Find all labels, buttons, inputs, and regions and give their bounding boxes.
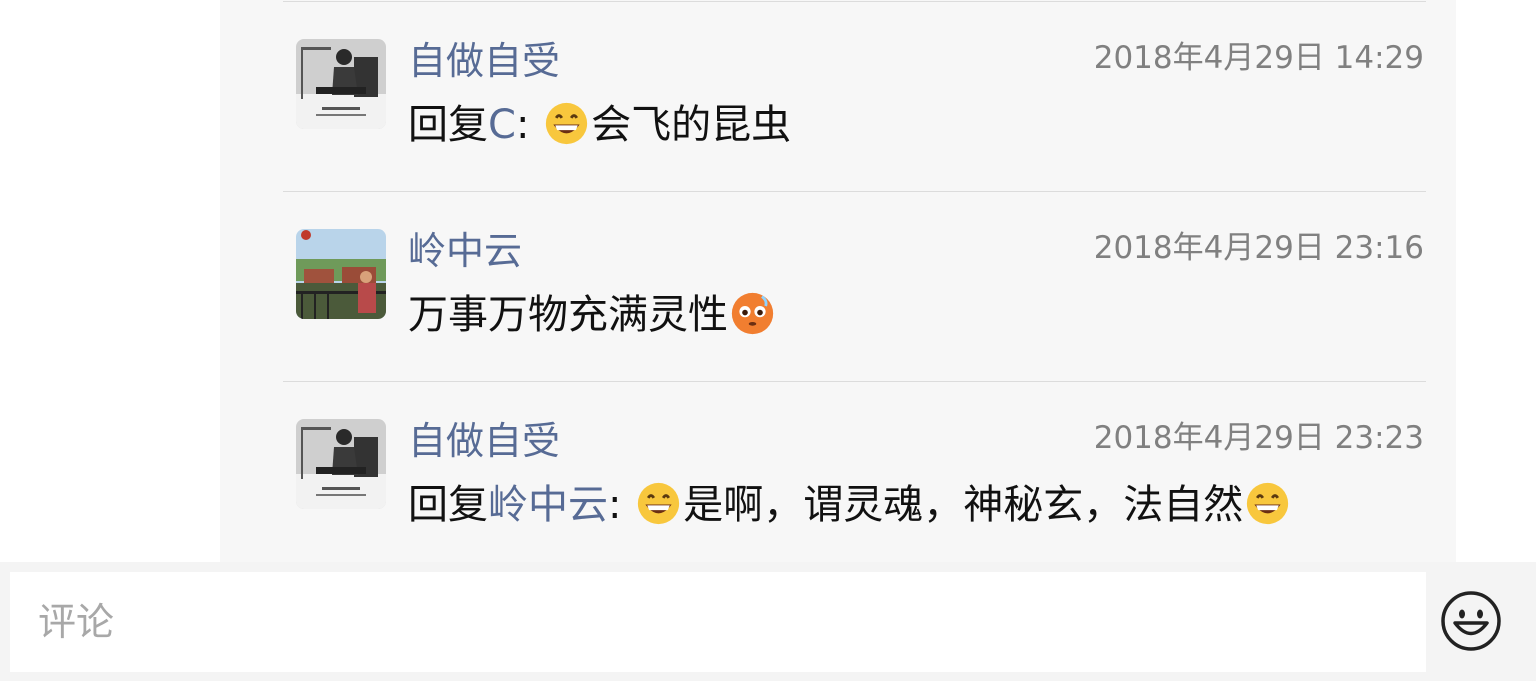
divider (283, 381, 1426, 382)
comment-input[interactable] (10, 572, 1426, 672)
grinning-face-emoji (638, 482, 680, 525)
smiley-face-icon[interactable] (1440, 590, 1502, 652)
comment-author[interactable]: 自做自受 (408, 39, 560, 83)
comment-timestamp: 2018年4月29日 23:16 (1093, 230, 1424, 266)
comment-content: 是啊，谓灵魂，神秘玄，法自然 (683, 482, 1244, 528)
reply-colon: : (515, 102, 530, 148)
divider (283, 191, 1426, 192)
grinning-face-emoji (546, 102, 588, 145)
avatar[interactable] (296, 39, 386, 129)
comment-content: 会飞的昆虫 (591, 102, 792, 148)
avatar[interactable] (296, 229, 386, 319)
comment-text: 回复岭中云: 是啊，谓灵魂，神秘玄，法自然 (408, 480, 1292, 530)
avatar[interactable] (296, 419, 386, 509)
comment-input-bar (0, 562, 1536, 681)
reply-target-link[interactable]: C (488, 102, 516, 148)
comment-content: 万事万物充满灵性 (408, 292, 728, 338)
reply-prefix: 回复 (408, 482, 488, 528)
reply-colon: : (608, 482, 622, 528)
comment-item: 自做自受 2018年4月29日 14:29 回复C: 会飞的昆虫 (296, 39, 1426, 229)
comment-timestamp: 2018年4月29日 14:29 (1093, 40, 1424, 76)
comment-text: 回复C: 会飞的昆虫 (408, 100, 791, 150)
reply-target-link[interactable]: 岭中云 (488, 482, 608, 528)
comment-timestamp: 2018年4月29日 23:23 (1093, 420, 1424, 456)
comment-text: 万事万物充满灵性 (408, 290, 777, 340)
comment-author[interactable]: 岭中云 (408, 229, 522, 273)
flushed-face-emoji (731, 292, 774, 335)
divider (283, 1, 1426, 2)
reply-prefix: 回复 (408, 102, 488, 148)
comment-item: 岭中云 2018年4月29日 23:16 万事万物充满灵性 (296, 229, 1426, 419)
comment-author[interactable]: 自做自受 (408, 419, 560, 463)
grinning-face-emoji (1247, 482, 1289, 525)
